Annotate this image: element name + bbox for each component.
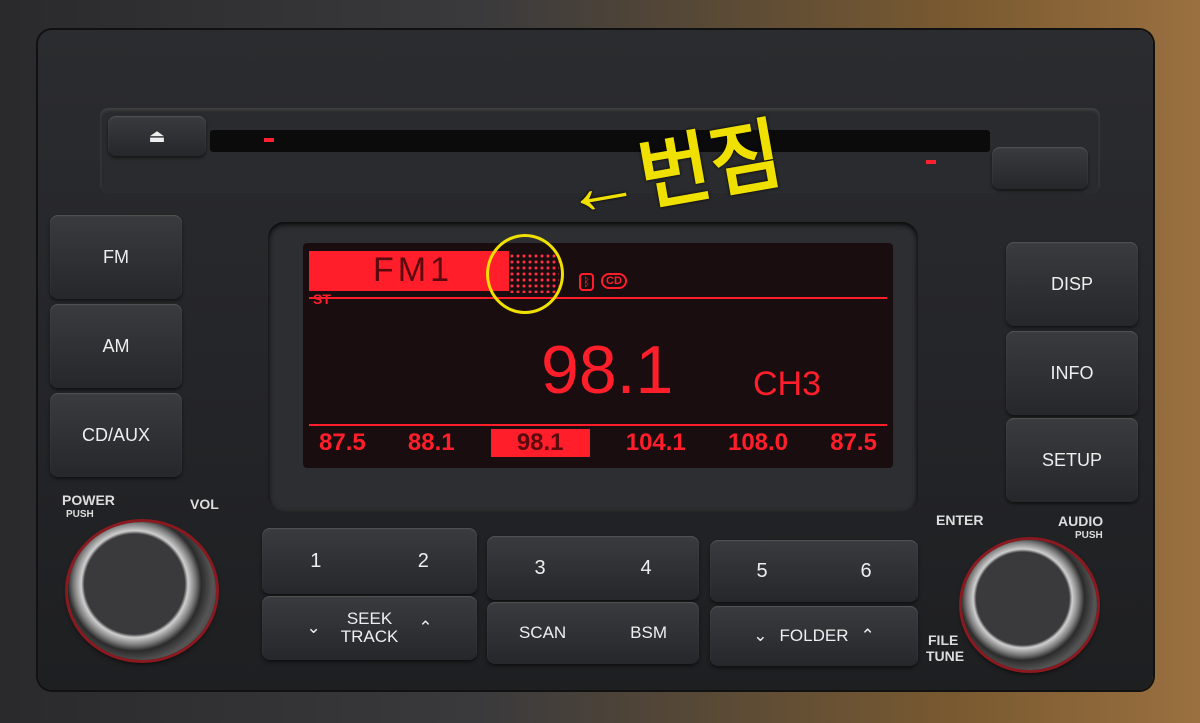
divider-line (309, 297, 887, 299)
scan-bsm-button[interactable]: SCAN BSM (487, 602, 699, 664)
am-button[interactable]: AM (50, 304, 182, 388)
audio-push-label: PUSH (1075, 530, 1103, 541)
preset-3-selected: 98.1 (490, 429, 590, 457)
band-label: FM1 (373, 251, 453, 289)
chevron-down-icon: ⌄ (753, 626, 768, 645)
chevron-up-icon: ⌃ (418, 618, 433, 637)
setup-label: SETUP (1041, 449, 1102, 470)
preset-list: 87.5 88.1 98.1 104.1 108.0 87.5 (313, 429, 883, 457)
preset-1: 87.5 (319, 429, 366, 456)
cd-aux-label: CD/AUX (81, 424, 150, 445)
frequency: 98.1 (541, 332, 674, 408)
display-screen: FM1 ᛒ CD ST 98.1 CH3 87.5 88.1 98.1 104.… (303, 243, 893, 468)
disp-label: DISP (1050, 273, 1093, 294)
info-button[interactable]: INFO (1006, 331, 1138, 415)
bluetooth-icon: ᛒ (579, 273, 595, 291)
power-label: POWER (62, 492, 115, 508)
tune-knob[interactable] (962, 540, 1097, 670)
tune-label: TUNE (926, 648, 965, 664)
slot-led (264, 138, 274, 142)
power-push-label: PUSH (66, 509, 94, 520)
fm-label: FM (103, 246, 129, 267)
preset-6-label: 6 (860, 559, 872, 582)
preset-6: 87.5 (830, 429, 877, 456)
eject-icon: ⏏ (148, 125, 166, 146)
preset-5: 108.0 (727, 429, 789, 456)
preset-4-label: 4 (640, 556, 652, 579)
preset-4: 104.1 (625, 429, 686, 456)
preset-5-6-button[interactable]: 56 (710, 540, 918, 602)
cd-icon: CD (601, 273, 627, 289)
slot-right-button[interactable] (992, 147, 1088, 189)
volume-knob[interactable] (68, 522, 216, 660)
eject-button[interactable]: ⏏ (108, 116, 206, 156)
preset-2: 88.1 (407, 429, 455, 456)
seek-label: SEEK (346, 609, 393, 628)
info-label: INFO (1050, 362, 1094, 383)
slot-led (926, 160, 936, 164)
preset-5-label: 5 (756, 559, 768, 582)
audio-label: AUDIO (1058, 513, 1104, 529)
cd-aux-button[interactable]: CD/AUX (50, 393, 182, 477)
preset-3-label: 3 (534, 556, 546, 579)
preset-1-label: 1 (310, 549, 322, 572)
disp-button[interactable]: DISP (1006, 242, 1138, 326)
channel: CH3 (753, 365, 822, 403)
scan-label: SCAN (518, 623, 567, 642)
bsm-label: BSM (630, 623, 667, 642)
chevron-up-icon: ⌃ (860, 626, 875, 645)
preset-3-4-button[interactable]: 34 (487, 536, 699, 600)
preset-1-2-button[interactable]: 12 (262, 528, 477, 594)
fm-button[interactable]: FM (50, 215, 182, 299)
am-label: AM (102, 335, 130, 356)
chevron-down-icon: ⌄ (306, 618, 321, 637)
folder-button[interactable]: ⌄ FOLDER ⌃ (710, 606, 918, 666)
file-label: FILE (928, 632, 959, 648)
divider-line (309, 424, 887, 426)
setup-button[interactable]: SETUP (1006, 418, 1138, 502)
enter-label: ENTER (936, 512, 984, 528)
vol-label: VOL (190, 496, 219, 512)
stereo-indicator: ST (313, 291, 331, 307)
folder-label: FOLDER (779, 626, 849, 645)
preset-2-label: 2 (417, 549, 429, 572)
track-label: TRACK (340, 627, 399, 646)
highlight-circle (486, 234, 564, 314)
seek-track-button[interactable]: ⌄ SEEK TRACK ⌃ (262, 596, 477, 660)
